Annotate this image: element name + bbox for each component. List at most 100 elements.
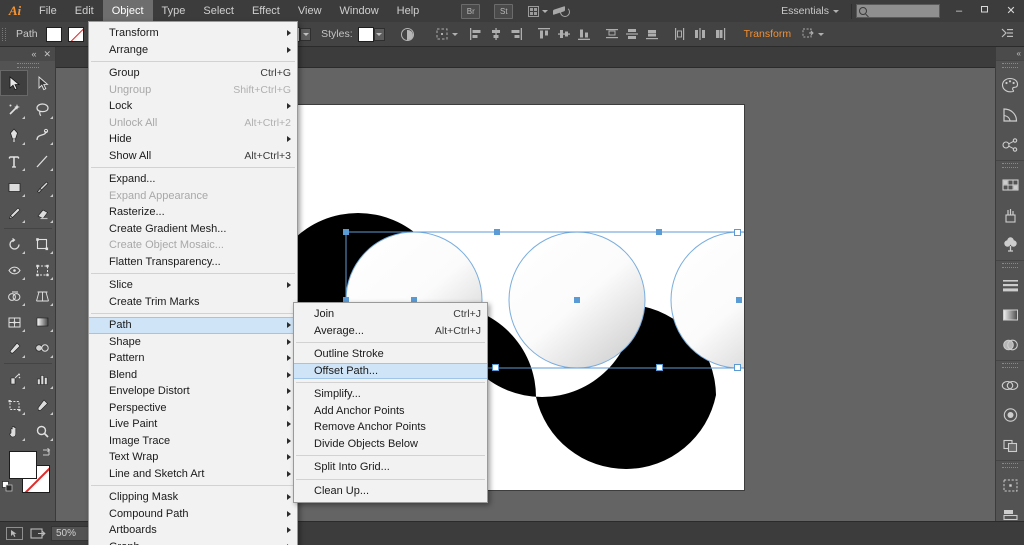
graphic-styles-panel-icon[interactable] [996,400,1024,430]
align-middle-vertical-icon[interactable] [557,27,571,41]
menu-item-path[interactable]: Path [89,317,297,334]
menu-item-line-and-sketch-art[interactable]: Line and Sketch Art [89,466,297,483]
align-right-icon[interactable] [509,27,523,41]
menu-item-blend[interactable]: Blend [89,367,297,384]
gradient-tool[interactable] [28,309,56,335]
distribute-spacing-center-icon[interactable] [693,27,707,41]
submenu-item-offset-path[interactable]: Offset Path... [294,362,487,379]
dock-group-5-grip[interactable] [996,461,1024,470]
color-panel-icon[interactable] [996,70,1024,100]
perspective-grid-tool[interactable] [28,283,56,309]
eraser-tool[interactable] [28,200,56,226]
blend-tool[interactable] [28,335,56,361]
object-menu-dropdown[interactable]: Transform Arrange Group Ctrl+G Ungroup S… [88,21,298,545]
pen-tool[interactable] [0,122,28,148]
dock-group-3-grip[interactable] [996,261,1024,270]
transform-icon[interactable] [801,27,815,41]
workspace-label[interactable]: Essentials [773,5,833,17]
menu-item-image-trace[interactable]: Image Trace [89,433,297,450]
submenu-item-simplify[interactable]: Simplify... [294,386,487,403]
menu-item-perspective[interactable]: Perspective [89,400,297,417]
align-panel-icon[interactable] [996,470,1024,500]
menu-object[interactable]: Object [102,0,153,22]
dock-group-1-grip[interactable] [996,61,1024,70]
menu-item-slice[interactable]: Slice [89,277,297,294]
menu-item-expand[interactable]: Expand... [89,171,297,188]
dock-group-4-grip[interactable] [996,361,1024,370]
type-tool[interactable] [0,148,28,174]
direct-selection-tool[interactable] [28,70,56,96]
dock-group-2-grip[interactable] [996,161,1024,170]
bridge-icon[interactable]: Br [461,3,481,19]
tools-collapse-icon[interactable]: « [29,49,38,59]
workspace-chevron-down-icon[interactable] [833,9,839,13]
align-center-horizontal-icon[interactable] [489,27,503,41]
default-fill-stroke-icon[interactable] [2,481,13,492]
gradient-panel-icon[interactable] [996,300,1024,330]
graphic-style-swatch[interactable] [357,26,374,42]
rotate-tool[interactable] [0,231,28,257]
submenu-item-divide-objects-below[interactable]: Divide Objects Below [294,436,487,453]
shape-builder-tool[interactable] [0,283,28,309]
paintbrush-tool[interactable] [28,174,56,200]
kuler-icon[interactable] [996,130,1024,160]
opacity-chevron-icon[interactable] [300,27,312,41]
control-bar-grip[interactable] [0,22,8,47]
menu-item-rasterize[interactable]: Rasterize... [89,204,297,221]
menu-item-compound-path[interactable]: Compound Path [89,506,297,523]
menu-item-transform[interactable]: Transform [89,25,297,42]
tools-panel-grip[interactable] [0,61,55,70]
symbols-panel-icon[interactable] [996,230,1024,260]
pencil-tool[interactable] [0,200,28,226]
menu-item-clipping-mask[interactable]: Clipping Mask [89,489,297,506]
distribute-center-icon[interactable] [625,27,639,41]
artboard-tool[interactable] [0,392,28,418]
submenu-item-add-anchor-points[interactable]: Add Anchor Points [294,403,487,420]
submenu-item-join[interactable]: Join Ctrl+J [294,306,487,323]
stroke-swatch[interactable] [67,26,84,42]
menu-item-graph[interactable]: Graph [89,539,297,545]
close-button[interactable]: ✕ [998,2,1024,20]
fill-color-box[interactable] [9,451,37,479]
restore-button[interactable] [972,2,998,20]
menu-file[interactable]: File [30,0,66,22]
menu-item-text-wrap[interactable]: Text Wrap [89,449,297,466]
menu-type[interactable]: Type [153,0,195,22]
color-guide-icon[interactable] [996,100,1024,130]
align-left-icon[interactable] [469,27,483,41]
width-tool[interactable] [0,257,28,283]
distribute-spacing-right-icon[interactable] [713,27,727,41]
align-selection-icon[interactable] [435,27,449,41]
tools-close-icon[interactable]: ✕ [41,49,53,60]
curvature-tool[interactable] [28,122,56,148]
menu-item-artboards[interactable]: Artboards [89,522,297,539]
submenu-item-average[interactable]: Average... Alt+Ctrl+J [294,323,487,340]
stock-icon[interactable]: St [494,3,514,19]
eyedropper-tool[interactable] [0,335,28,361]
swatches-panel-icon[interactable] [996,170,1024,200]
creative-cloud-sync-icon[interactable] [553,3,571,19]
search-input[interactable] [856,4,940,18]
menu-edit[interactable]: Edit [66,0,103,22]
transparency-panel-icon[interactable] [996,330,1024,360]
menu-item-envelope-distort[interactable]: Envelope Distort [89,383,297,400]
selection-indicator-icon[interactable] [4,526,24,541]
menu-help[interactable]: Help [388,0,429,22]
menu-item-create-gradient-mesh[interactable]: Create Gradient Mesh... [89,221,297,238]
scale-tool[interactable] [28,231,56,257]
menu-item-shape[interactable]: Shape [89,334,297,351]
submenu-item-clean-up[interactable]: Clean Up... [294,483,487,500]
minimize-button[interactable]: – [946,2,972,20]
arrange-documents-icon[interactable] [528,4,549,18]
fill-swatch[interactable] [45,26,62,42]
menu-item-live-paint[interactable]: Live Paint [89,416,297,433]
menu-select[interactable]: Select [194,0,243,22]
menu-item-lock[interactable]: Lock [89,98,297,115]
zoom-tool[interactable] [28,418,56,444]
submenu-item-remove-anchor-points[interactable]: Remove Anchor Points [294,419,487,436]
column-graph-tool[interactable] [28,366,56,392]
menu-item-flatten-transparency[interactable]: Flatten Transparency... [89,254,297,271]
selection-tool[interactable] [0,70,28,96]
menu-item-pattern[interactable]: Pattern [89,350,297,367]
hand-tool[interactable] [0,418,28,444]
